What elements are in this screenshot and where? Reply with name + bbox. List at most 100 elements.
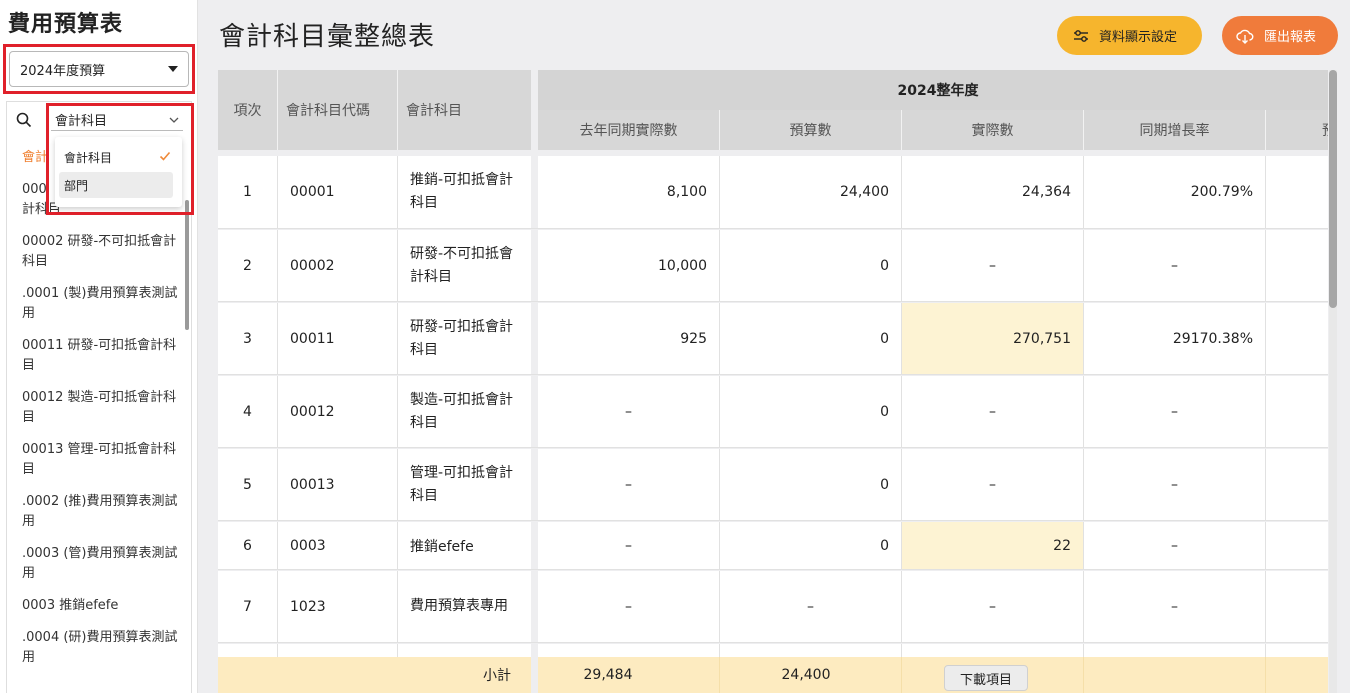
- list-item[interactable]: 00013 管理-可扣抵會計科目: [22, 440, 182, 480]
- list-item[interactable]: 00011 研發-可扣抵會計科目: [22, 336, 182, 376]
- cell-last-year: –: [625, 476, 632, 493]
- cell-last-year: 8,100: [666, 184, 707, 200]
- cell-index: 2: [243, 257, 252, 274]
- header-growth: 同期增長率: [1139, 123, 1210, 139]
- cell-account: 研發-可扣抵會計科目: [410, 318, 514, 358]
- table-row[interactable]: 7 1023 費用預算表專用 – – – –: [218, 571, 1328, 643]
- cell-budget: 0: [880, 476, 889, 493]
- cell-code: 1023: [290, 598, 326, 615]
- budget-select[interactable]: 2024年度預算: [9, 51, 189, 87]
- dropdown-option-account[interactable]: 會計科目: [59, 144, 173, 170]
- cell-account: 管理-可扣抵會計科目: [410, 464, 514, 504]
- cell-growth: –: [1171, 476, 1178, 493]
- table-row-partial: [218, 644, 1328, 657]
- cell-growth: –: [1171, 257, 1178, 274]
- page-title: 會計科目彙整總表: [219, 22, 436, 52]
- list-item[interactable]: 00012 製造-可扣抵會計科目: [22, 388, 182, 428]
- header-actual: 實際數: [971, 123, 1014, 139]
- cell-budget: –: [807, 598, 814, 615]
- cell-account: 製造-可扣抵會計科目: [410, 391, 514, 431]
- year-header: 2024整年度: [538, 70, 1328, 110]
- cell-index: 7: [243, 598, 252, 615]
- cell-actual: –: [989, 403, 996, 420]
- cell-budget: 0: [880, 257, 889, 274]
- cell-index: 1: [243, 184, 252, 200]
- table-row[interactable]: 4 00012 製造-可扣抵會計科目 – 0 – –: [218, 376, 1328, 448]
- cell-actual: 24,364: [1022, 184, 1071, 200]
- cell-code: 00001: [290, 184, 335, 200]
- dropdown-option-label: 會計科目: [64, 150, 113, 165]
- cell-last-year: –: [625, 403, 632, 420]
- cell-last-year: 925: [680, 330, 707, 347]
- subtotal-row: 小計 29,484 24,400: [218, 657, 1328, 693]
- cell-code: 00012: [290, 403, 335, 420]
- cell-growth: –: [1171, 403, 1178, 420]
- cloud-download-icon: [1236, 29, 1254, 44]
- display-settings-label: 資料顯示設定: [1099, 30, 1178, 45]
- cell-actual: –: [989, 257, 996, 274]
- cell-account: 費用預算表專用: [410, 598, 508, 614]
- cell-growth: 200.79%: [1190, 184, 1253, 200]
- cell-budget: 0: [880, 537, 889, 554]
- cell-index: 5: [243, 476, 252, 493]
- summary-table: 2024整年度 項次 會計科目代碼 會計科目 去年同期實際數 預算數 實際數 同…: [218, 70, 1328, 693]
- dropdown-option-department[interactable]: 部門: [59, 172, 173, 198]
- budget-select-value: 2024年度預算: [20, 63, 106, 79]
- subtotal-label: 小計: [483, 668, 511, 684]
- cell-last-year: 10,000: [658, 257, 707, 274]
- list-item[interactable]: 00002 研發-不可扣抵會計科目: [22, 232, 182, 272]
- header-code: 會計科目代碼: [286, 103, 370, 119]
- search-icon[interactable]: [16, 112, 32, 128]
- list-item[interactable]: .0004 (研)費用預算表測試用: [22, 628, 182, 668]
- list-item-active[interactable]: 會計: [22, 148, 48, 168]
- table-row[interactable]: 3 00011 研發-可扣抵會計科目 925 0 270,751 29170.3…: [218, 303, 1328, 375]
- cell-actual-highlighted: 22: [902, 522, 1083, 569]
- cell-budget: 0: [880, 330, 889, 347]
- list-item[interactable]: .0001 (製)費用預算表測試用: [22, 284, 182, 324]
- check-icon: [159, 151, 171, 161]
- table-scrollbar-thumb[interactable]: [1329, 70, 1337, 308]
- list-item[interactable]: .0003 (管)費用預算表測試用: [22, 544, 182, 584]
- cell-index: 6: [243, 537, 252, 554]
- list-item[interactable]: .0002 (推)費用預算表測試用: [22, 492, 182, 532]
- cell-code: 00011: [290, 330, 335, 347]
- table-row[interactable]: 6 0003 推銷efefe – 0 22 –: [218, 522, 1328, 570]
- cell-budget: 0: [880, 403, 889, 420]
- table-row[interactable]: 1 00001 推銷-可扣抵會計科目 8,100 24,400 24,364 2…: [218, 156, 1328, 229]
- cell-account: 研發-不可扣抵會計科目: [410, 245, 514, 285]
- subtotal-last-year: 29,484: [583, 667, 633, 683]
- header-divider: [397, 70, 398, 150]
- sliders-icon: [1074, 29, 1088, 42]
- cell-actual: –: [989, 476, 996, 493]
- header-next-col: 預: [1266, 110, 1328, 150]
- header-divider: [277, 70, 278, 150]
- header-index: 項次: [233, 103, 262, 119]
- sidebar: 費用預算表 2024年度預算 會計科目 會計 000 計科目 00002 研發-…: [0, 0, 198, 693]
- dropdown-option-label: 部門: [64, 178, 89, 193]
- cell-index: 3: [243, 330, 252, 347]
- cell-account: 推銷efefe: [410, 538, 474, 555]
- scope-dropdown-menu: 會計科目 部門: [55, 137, 182, 207]
- download-items-button[interactable]: 下載項目: [944, 665, 1028, 691]
- header-last-year: 去年同期實際數: [579, 123, 678, 139]
- app-title: 費用預算表: [8, 12, 124, 37]
- display-settings-button[interactable]: 資料顯示設定: [1057, 16, 1202, 55]
- list-scrollbar[interactable]: [185, 200, 189, 330]
- caret-down-icon: [168, 66, 178, 72]
- header-gap: [531, 70, 538, 150]
- cell-account: 推銷-可扣抵會計科目: [410, 172, 514, 211]
- cell-index: 4: [243, 403, 252, 420]
- cell-actual: –: [989, 598, 996, 615]
- cell-last-year: –: [625, 537, 632, 554]
- cell-budget: 24,400: [840, 184, 889, 200]
- export-report-button[interactable]: 匯出報表: [1222, 16, 1338, 55]
- cell-growth: 29170.38%: [1172, 330, 1253, 347]
- table-row[interactable]: 5 00013 管理-可扣抵會計科目 – 0 – –: [218, 449, 1328, 521]
- list-item[interactable]: 0003 推銷efefe: [22, 596, 182, 616]
- cell-code: 00013: [290, 476, 335, 493]
- cell-last-year: –: [625, 598, 632, 615]
- table-row[interactable]: 2 00002 研發-不可扣抵會計科目 10,000 0 – –: [218, 230, 1328, 302]
- cell-growth: –: [1171, 598, 1178, 615]
- cell-growth: –: [1171, 537, 1178, 554]
- subtotal-budget: 24,400: [781, 667, 831, 683]
